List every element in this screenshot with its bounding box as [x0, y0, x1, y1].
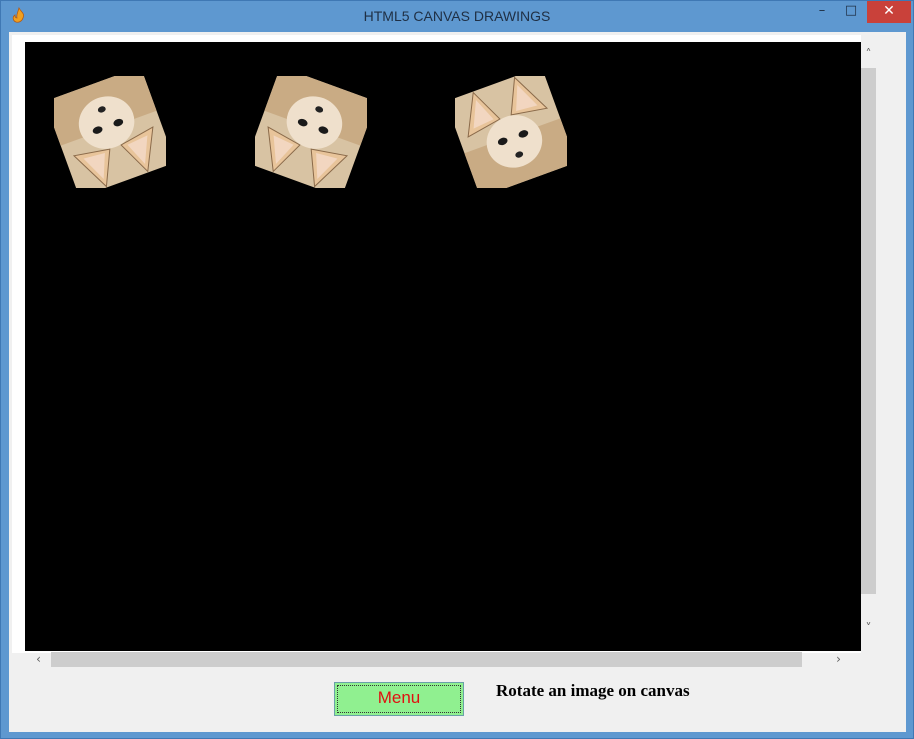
- scroll-right-icon[interactable]: ›: [830, 651, 847, 668]
- client-area: ˄ ˅ ‹ › Menu Rotate an image on canvas: [9, 32, 906, 732]
- rotated-fox-3: [455, 76, 567, 188]
- scroll-up-icon[interactable]: ˄: [860, 46, 877, 63]
- minimize-button[interactable]: –: [807, 1, 837, 23]
- menu-button[interactable]: Menu: [334, 682, 464, 716]
- horizontal-scrollbar[interactable]: ‹ ›: [30, 650, 850, 667]
- focus-outline: [337, 685, 461, 713]
- vertical-scrollbar[interactable]: ˄ ˅: [860, 40, 877, 638]
- minimize-icon: –: [818, 3, 826, 18]
- canvas-viewport: [12, 35, 861, 653]
- scroll-left-icon[interactable]: ‹: [30, 651, 47, 668]
- rotated-fox-1: [54, 76, 166, 188]
- maximize-icon: □: [844, 3, 858, 18]
- caption-text: Rotate an image on canvas: [496, 681, 690, 700]
- scroll-down-icon[interactable]: ˅: [860, 620, 877, 637]
- close-icon: ✕: [883, 3, 895, 19]
- vertical-scroll-thumb[interactable]: [861, 68, 876, 594]
- maximize-button[interactable]: □: [837, 1, 865, 23]
- app-window: HTML5 CANVAS DRAWINGS – □ ✕ ˄ ˅ ‹ › Menu…: [0, 0, 914, 739]
- title-bar[interactable]: HTML5 CANVAS DRAWINGS – □ ✕: [1, 1, 913, 31]
- close-button[interactable]: ✕: [867, 1, 911, 23]
- rotated-fox-2: [255, 76, 367, 188]
- horizontal-scroll-thumb[interactable]: [51, 652, 802, 667]
- drawing-canvas[interactable]: [25, 42, 861, 651]
- window-title: HTML5 CANVAS DRAWINGS: [363, 8, 551, 24]
